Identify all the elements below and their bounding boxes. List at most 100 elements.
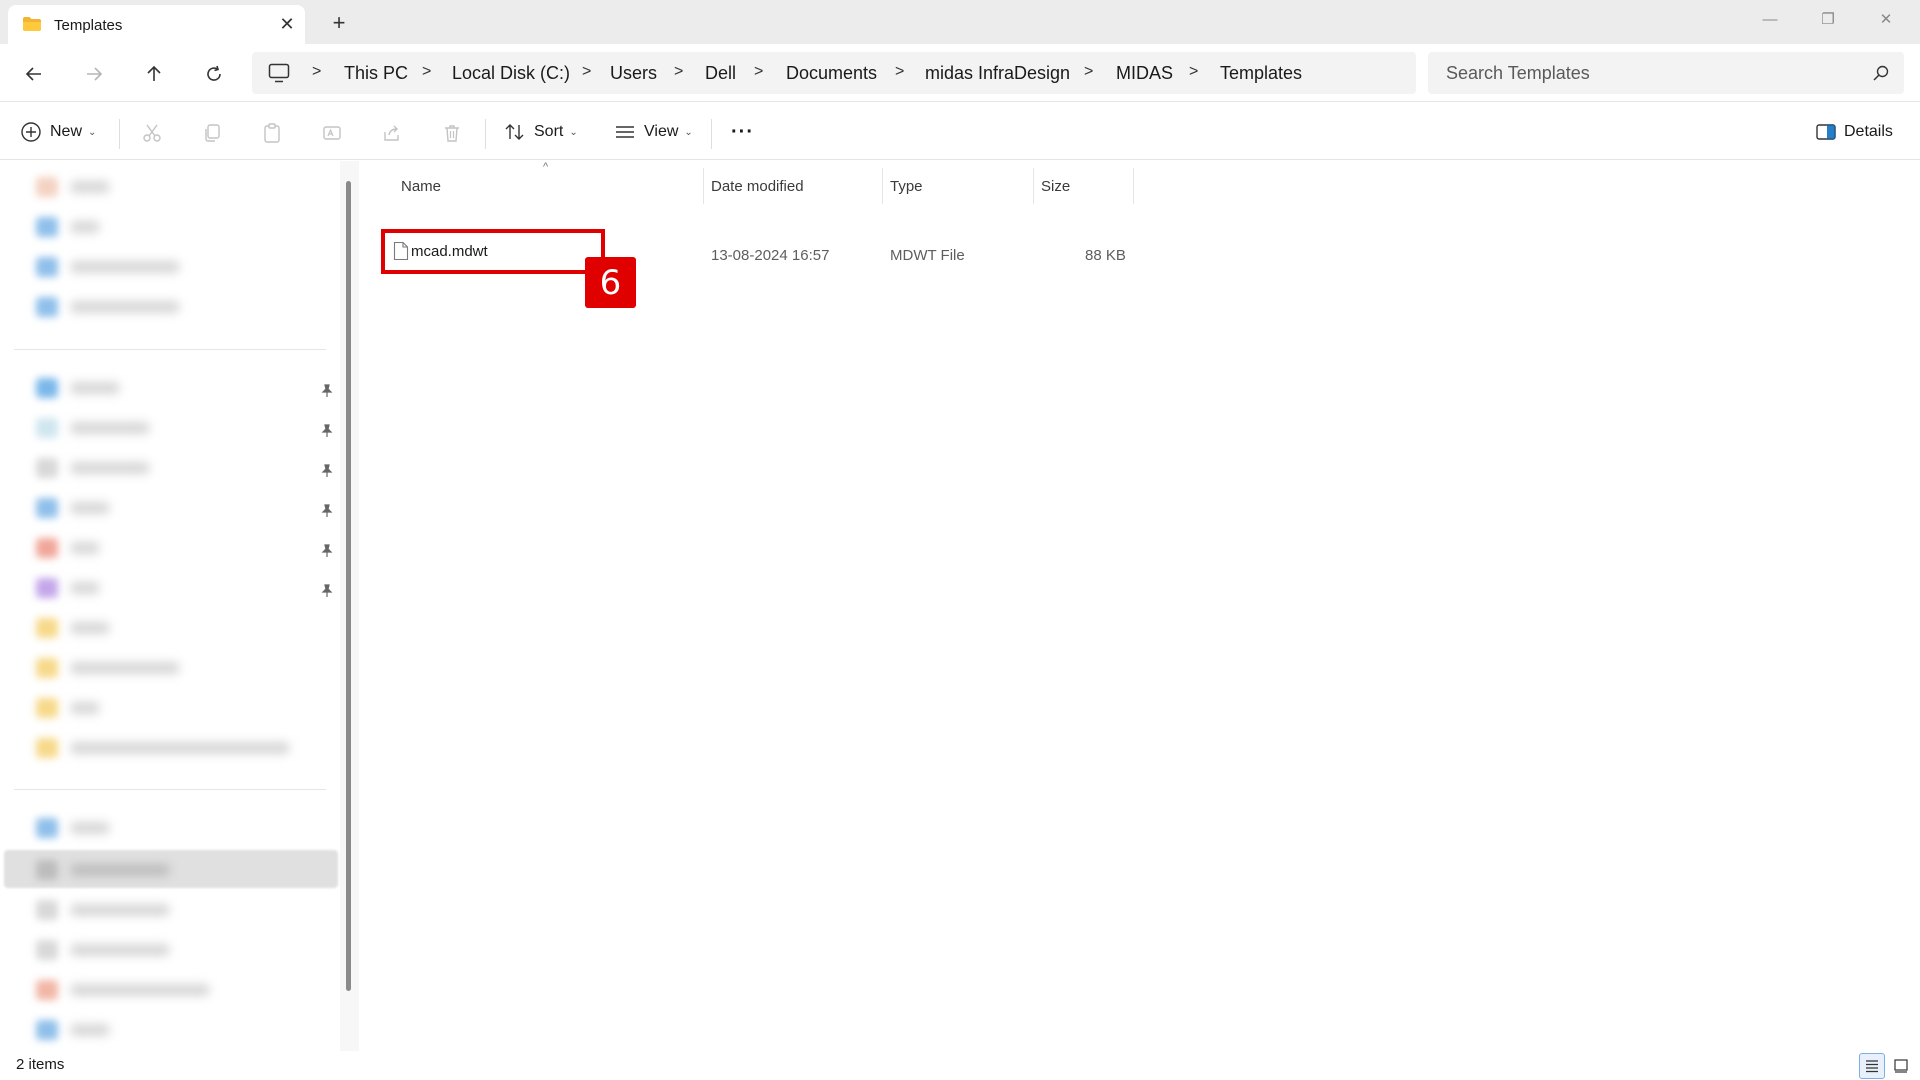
pin-icon (321, 384, 333, 397)
nav-item[interactable] (36, 216, 100, 238)
pin-icon (321, 584, 333, 597)
nav-item[interactable] (36, 979, 210, 1001)
column-header-type[interactable]: Type (890, 168, 923, 204)
view-list-icon (616, 126, 634, 138)
column-divider[interactable] (882, 168, 883, 204)
divider (119, 119, 120, 149)
breadcrumb-separator[interactable]: > (582, 63, 591, 81)
column-header-size[interactable]: Size (1041, 168, 1070, 204)
refresh-button[interactable] (197, 57, 231, 91)
restore-button[interactable]: ❐ (1808, 6, 1848, 32)
nav-item[interactable] (36, 697, 100, 719)
file-name[interactable]: mcad.mdwt (411, 243, 488, 260)
column-divider[interactable] (703, 168, 704, 204)
large-icons-view-button[interactable] (1888, 1053, 1914, 1079)
nav-item[interactable] (36, 617, 110, 639)
folder-icon (23, 17, 41, 31)
nav-item[interactable] (36, 537, 100, 559)
search-placeholder: Search Templates (1446, 63, 1590, 83)
view-button[interactable]: View ⌄ (614, 115, 693, 149)
nav-item[interactable] (36, 457, 150, 479)
scrollbar-thumb[interactable] (346, 181, 351, 991)
breadcrumb-users[interactable]: Users (610, 63, 657, 84)
divider (711, 119, 712, 149)
nav-item[interactable] (36, 417, 150, 439)
breadcrumb-this-pc[interactable]: This PC (344, 63, 408, 84)
breadcrumb-separator[interactable]: > (674, 63, 683, 81)
details-label: Details (1844, 123, 1893, 140)
window-close-button[interactable]: ✕ (1866, 6, 1906, 32)
new-button[interactable]: New ⌄ (20, 115, 96, 149)
column-header-date-modified[interactable]: Date modified (711, 168, 804, 204)
search-input[interactable]: Search Templates (1428, 52, 1904, 94)
breadcrumb-local-disk[interactable]: Local Disk (C:) (452, 63, 570, 84)
column-size-label: Size (1041, 177, 1071, 195)
pin-icon (321, 424, 333, 437)
rename-button[interactable] (320, 121, 344, 145)
tab-templates[interactable]: Templates ✕ (8, 5, 305, 44)
navigation-pane[interactable] (0, 161, 340, 1051)
breadcrumb-dell[interactable]: Dell (705, 63, 736, 84)
list-view-icon (1866, 1060, 1878, 1073)
breadcrumb-midas-infradesign[interactable]: midas InfraDesign (925, 63, 1070, 84)
tab-title: Templates (54, 17, 123, 34)
column-divider[interactable] (1133, 168, 1134, 204)
nav-item[interactable] (36, 176, 110, 198)
nav-item[interactable] (36, 737, 290, 759)
breadcrumb-separator[interactable]: > (422, 63, 431, 81)
nav-item[interactable] (36, 899, 170, 921)
more-options-button[interactable]: ··· (731, 115, 754, 149)
divider (14, 789, 326, 790)
details-button[interactable]: Details (1816, 115, 1893, 149)
status-bar: 2 items (0, 1051, 1920, 1080)
share-button[interactable] (380, 121, 404, 145)
column-header-name[interactable]: Name (401, 168, 441, 204)
tab-close-button[interactable]: ✕ (276, 13, 298, 35)
navigation-bar: > This PC > Local Disk (C:) > Users > De… (0, 44, 1920, 102)
breadcrumb-separator[interactable]: > (312, 63, 321, 81)
minimize-button[interactable]: — (1750, 6, 1790, 32)
chevron-down-icon: ⌄ (684, 126, 693, 138)
plus-circle-icon (21, 122, 41, 142)
nav-item[interactable] (36, 577, 100, 599)
nav-item[interactable] (36, 1019, 110, 1041)
breadcrumb-separator[interactable]: > (1189, 63, 1198, 81)
tiles-view-icon (1894, 1059, 1908, 1073)
sort-button[interactable]: Sort ⌄ (504, 115, 578, 149)
up-button[interactable] (137, 57, 171, 91)
delete-button[interactable] (440, 121, 464, 145)
title-bar: Templates ✕ + — ❐ ✕ (0, 0, 1920, 44)
address-bar[interactable]: > This PC > Local Disk (C:) > Users > De… (252, 52, 1416, 94)
breadcrumb-separator[interactable]: > (895, 63, 904, 81)
breadcrumb-midas[interactable]: MIDAS (1116, 63, 1173, 84)
nav-item[interactable] (36, 939, 170, 961)
column-divider[interactable] (1033, 168, 1034, 204)
nav-item[interactable] (36, 497, 110, 519)
copy-button[interactable] (200, 121, 224, 145)
breadcrumb-templates[interactable]: Templates (1220, 63, 1302, 84)
nav-item[interactable] (36, 817, 110, 839)
rename-icon (323, 126, 341, 140)
nav-item[interactable] (36, 377, 120, 399)
nav-item[interactable] (36, 296, 180, 318)
breadcrumb-separator[interactable]: > (1084, 63, 1093, 81)
nav-item[interactable] (36, 859, 170, 881)
sort-icon (505, 124, 524, 140)
cut-button[interactable] (140, 121, 164, 145)
nav-item[interactable] (36, 256, 180, 278)
scissors-icon (143, 124, 161, 142)
breadcrumb-documents[interactable]: Documents (786, 63, 877, 84)
forward-button[interactable] (77, 57, 111, 91)
more-icon: ··· (731, 120, 754, 143)
sort-ascending-icon: ^ (543, 161, 549, 173)
new-tab-button[interactable]: + (326, 10, 352, 36)
arrow-up-icon (147, 65, 161, 81)
file-size: 88 KB (1085, 247, 1126, 264)
details-view-button[interactable] (1859, 1053, 1885, 1079)
breadcrumb-separator[interactable]: > (754, 63, 763, 81)
monitor-icon (268, 63, 290, 83)
file-icon (393, 241, 409, 261)
back-button[interactable] (17, 57, 51, 91)
paste-button[interactable] (260, 121, 284, 145)
nav-item[interactable] (36, 657, 180, 679)
